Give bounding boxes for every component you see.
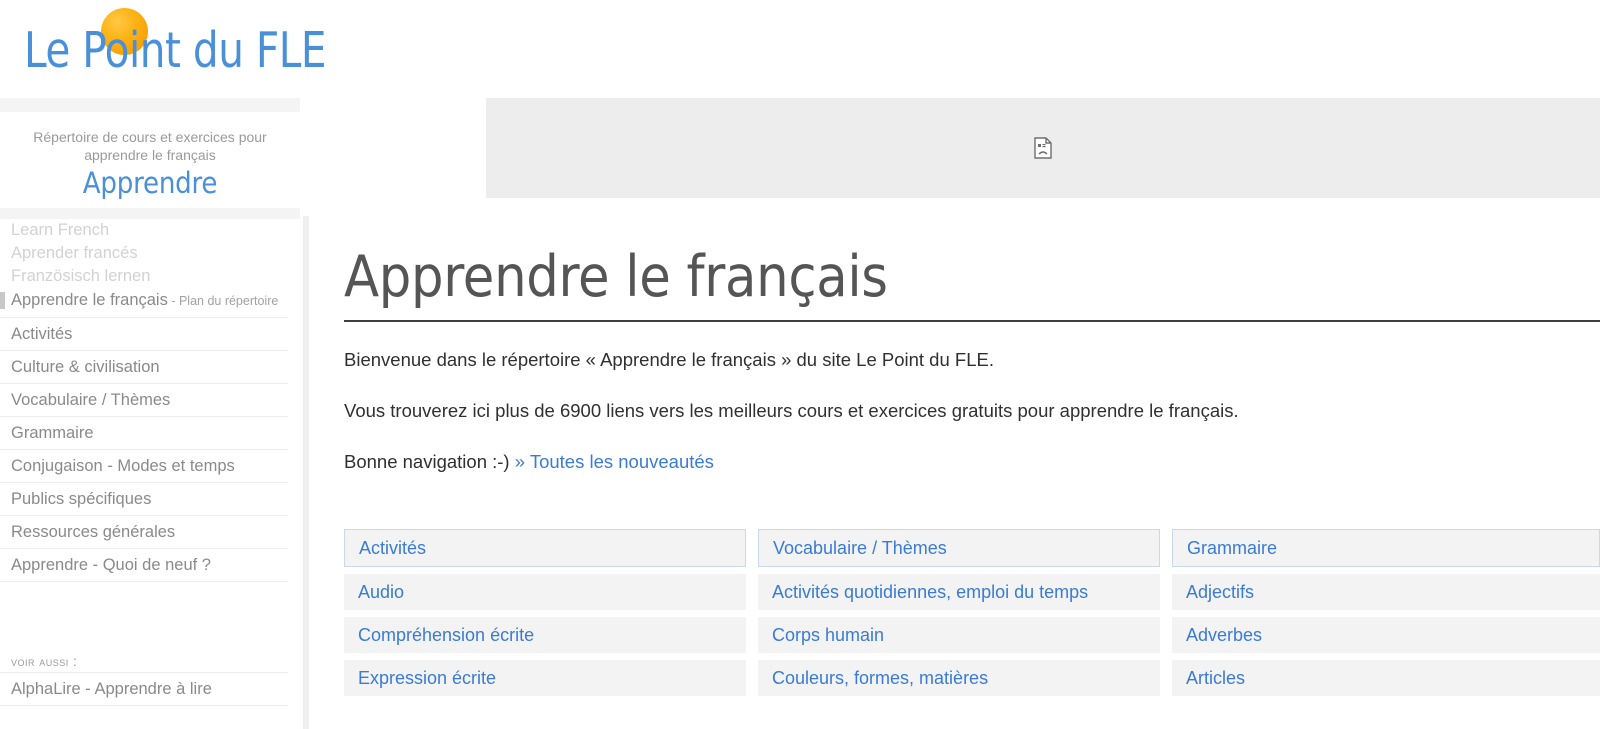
- column-row-expression-ecrite[interactable]: Expression écrite: [344, 660, 746, 696]
- sidebar-section-title[interactable]: Apprendre: [0, 166, 300, 200]
- main-content: Apprendre le français Bienvenue dans le …: [344, 198, 1600, 729]
- site-header: Le Point du FLE Rechercher dans le site …: [0, 0, 1600, 98]
- category-columns: Activités Audio Compréhension écrite Exp…: [344, 529, 1600, 696]
- sidebar-active-label: Apprendre le français: [11, 291, 168, 309]
- sidebar-item-activites[interactable]: Activités: [0, 318, 288, 351]
- sidebar-lang-aprender-frances[interactable]: Aprender francés: [0, 242, 288, 265]
- page-root: Le Point du FLE Rechercher dans le site …: [0, 0, 1600, 729]
- sidebar: Répertoire de cours et exercices pour ap…: [0, 98, 309, 729]
- column-activites: Activités Audio Compréhension écrite Exp…: [344, 529, 746, 696]
- sidebar-item-culture-civilisation[interactable]: Culture & civilisation: [0, 351, 288, 384]
- column-row-articles[interactable]: Articles: [1172, 660, 1600, 696]
- sidebar-item-vocabulaire-themes[interactable]: Vocabulaire / Thèmes: [0, 384, 288, 417]
- sidebar-tagline: Répertoire de cours et exercices pour ap…: [33, 129, 267, 163]
- column-row-activites-quotidiennes[interactable]: Activités quotidiennes, emploi du temps: [758, 574, 1160, 610]
- sidebar-top-band: [0, 98, 300, 112]
- broken-image-icon: [1034, 137, 1052, 159]
- intro-paragraph-2: Vous trouverez ici plus de 6900 liens ve…: [344, 400, 1239, 421]
- search-area: Rechercher dans le site Google Recherche…: [1120, 0, 1600, 98]
- column-heading-grammaire[interactable]: Grammaire: [1172, 529, 1600, 567]
- intro-text-block: Bienvenue dans le répertoire « Apprendre…: [344, 322, 1600, 474]
- see-also-label: Voir aussi :: [0, 652, 288, 673]
- intro-paragraph-3: Bonne navigation :-) » Toutes les nouvea…: [344, 450, 1600, 474]
- see-also-item-alphalire[interactable]: AlphaLire - Apprendre à lire: [0, 673, 288, 706]
- column-grammaire: Grammaire Adjectifs Adverbes Articles: [1172, 529, 1600, 696]
- sidebar-divider-band: [0, 208, 300, 219]
- column-heading-activites[interactable]: Activités: [344, 529, 746, 567]
- page-title: Apprendre le français: [344, 244, 888, 310]
- sidebar-nav: Learn French Aprender francés Französisc…: [0, 219, 288, 582]
- sidebar-active-sublabel: - Plan du répertoire: [167, 294, 279, 308]
- column-heading-vocabulaire[interactable]: Vocabulaire / Thèmes: [758, 529, 1160, 567]
- site-logo[interactable]: Le Point du FLE: [24, 8, 326, 86]
- column-row-couleurs-formes-matieres[interactable]: Couleurs, formes, matières: [758, 660, 1160, 696]
- column-row-adjectifs[interactable]: Adjectifs: [1172, 574, 1600, 610]
- sidebar-item-apprendre-le-francais[interactable]: Apprendre le français - Plan du répertoi…: [0, 288, 288, 318]
- closing-text: Bonne navigation :-): [344, 451, 515, 472]
- sidebar-item-grammaire[interactable]: Grammaire: [0, 417, 288, 450]
- column-row-comprehension-ecrite[interactable]: Compréhension écrite: [344, 617, 746, 653]
- advertisement-banner[interactable]: [486, 98, 1600, 198]
- sidebar-see-also-section: Voir aussi : AlphaLire - Apprendre à lir…: [0, 652, 288, 706]
- logo-block[interactable]: Le Point du FLE: [0, 0, 326, 98]
- column-vocabulaire: Vocabulaire / Thèmes Activités quotidien…: [758, 529, 1160, 696]
- column-row-adverbes[interactable]: Adverbes: [1172, 617, 1600, 653]
- logo-text: Le Point du FLE: [24, 22, 327, 79]
- column-row-audio[interactable]: Audio: [344, 574, 746, 610]
- sidebar-item-conjugaison[interactable]: Conjugaison - Modes et temps: [0, 450, 288, 483]
- sidebar-lang-learn-french[interactable]: Learn French: [0, 219, 288, 242]
- sidebar-item-ressources-generales[interactable]: Ressources générales: [0, 516, 288, 549]
- sidebar-item-quoi-de-neuf[interactable]: Apprendre - Quoi de neuf ?: [0, 549, 288, 582]
- sidebar-item-publics-specifiques[interactable]: Publics spécifiques: [0, 483, 288, 516]
- intro-paragraph-1: Bienvenue dans le répertoire « Apprendre…: [344, 349, 994, 370]
- column-row-corps-humain[interactable]: Corps humain: [758, 617, 1160, 653]
- sidebar-divider: [303, 216, 309, 729]
- sidebar-lang-franzosisch-lernen[interactable]: Französisch lernen: [0, 265, 288, 288]
- nouveautes-link[interactable]: » Toutes les nouveautés: [515, 451, 714, 472]
